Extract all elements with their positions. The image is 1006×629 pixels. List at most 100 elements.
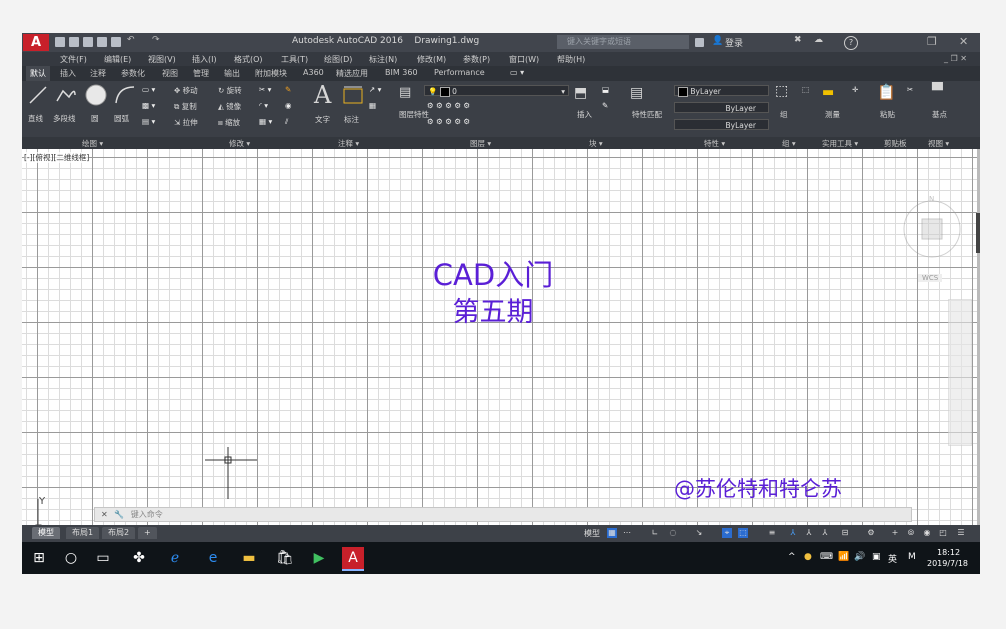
group-title-groups[interactable]: 组 ▾ bbox=[782, 138, 796, 149]
menu-format[interactable]: 格式(O) bbox=[234, 54, 263, 65]
quick-select-icon[interactable]: ✛ bbox=[852, 85, 858, 94]
group-title-annotation[interactable]: 注释 ▾ bbox=[338, 138, 359, 149]
tab-featured-apps[interactable]: 精选应用 bbox=[336, 68, 368, 79]
ortho-icon[interactable]: ∟ bbox=[650, 528, 660, 538]
group-title-layers[interactable]: 图层 ▾ bbox=[470, 138, 491, 149]
edge-browser-icon[interactable]: e bbox=[204, 549, 222, 567]
insert-block-icon[interactable]: ⬒ bbox=[574, 85, 587, 101]
hatch-icon[interactable]: ▩ ▾ bbox=[142, 101, 155, 110]
wrench-icon[interactable]: 🔧 bbox=[114, 510, 124, 519]
restore-window-icon[interactable]: ❐ bbox=[927, 35, 937, 48]
menu-draw[interactable]: 绘图(D) bbox=[324, 54, 352, 65]
binoculars-icon[interactable] bbox=[695, 38, 704, 47]
customize-icon[interactable]: ☰ bbox=[956, 528, 966, 538]
group-title-modify[interactable]: 修改 ▾ bbox=[229, 138, 250, 149]
menu-file[interactable]: 文件(F) bbox=[60, 54, 87, 65]
circle-icon[interactable] bbox=[84, 83, 108, 107]
tab-view[interactable]: 视图 bbox=[162, 68, 178, 79]
tray-overflow-icon[interactable]: ^ bbox=[788, 552, 796, 562]
menu-help[interactable]: 帮助(H) bbox=[557, 54, 585, 65]
command-line[interactable]: ✕ 🔧 键入命令 bbox=[94, 507, 912, 522]
stretch-button[interactable]: ⇲ 拉伸 bbox=[174, 117, 198, 128]
ungroup-icon[interactable]: ⬚ bbox=[802, 85, 809, 94]
tab-annotate[interactable]: 注释 bbox=[90, 68, 106, 79]
group-title-properties[interactable]: 特性 ▾ bbox=[704, 138, 725, 149]
linetype-dropdown[interactable]: ByLayer bbox=[674, 102, 769, 113]
drawing-canvas[interactable]: [-][俯视][二维线框] CAD入门 第五期 @苏伦特和特仑苏 N WCS Y… bbox=[22, 149, 977, 525]
ie-browser-icon[interactable]: ℯ bbox=[166, 549, 184, 567]
open-file-icon[interactable] bbox=[69, 37, 79, 47]
array-icon[interactable]: ▦ ▾ bbox=[259, 117, 272, 126]
menu-window[interactable]: 窗口(W) bbox=[509, 54, 539, 65]
erase-icon[interactable]: ◉ bbox=[285, 101, 292, 110]
file-explorer-icon[interactable]: ▬ bbox=[240, 549, 258, 567]
polyline-icon[interactable] bbox=[55, 85, 77, 105]
otrack-icon[interactable]: ⌖ bbox=[722, 528, 732, 538]
autocad-taskbar-icon[interactable]: A bbox=[342, 547, 364, 571]
tab-output[interactable]: 输出 bbox=[224, 68, 240, 79]
tab-a360[interactable]: A360 bbox=[303, 68, 324, 77]
tab-default[interactable]: 默认 bbox=[26, 66, 50, 81]
exchange-icon[interactable]: ✖ bbox=[794, 35, 802, 45]
tab-insert[interactable]: 插入 bbox=[60, 68, 76, 79]
line-icon[interactable] bbox=[28, 85, 48, 105]
dynucs-icon[interactable]: ⬚ bbox=[738, 528, 748, 538]
isolate-icon[interactable]: ⦾ bbox=[906, 528, 916, 538]
measure-label[interactable]: 测量 bbox=[825, 109, 840, 120]
tab-manage[interactable]: 管理 bbox=[193, 68, 209, 79]
tray-app-icon[interactable]: ● bbox=[804, 552, 812, 562]
navigation-bar[interactable] bbox=[948, 299, 972, 446]
a360-icon[interactable]: ☁ bbox=[814, 35, 823, 45]
ime-mode[interactable]: M bbox=[908, 552, 916, 562]
annotation-scale-icon[interactable]: ⅄ bbox=[788, 528, 798, 538]
group-icon[interactable]: ⬚ bbox=[775, 83, 788, 99]
leader-icon[interactable]: ↗ ▾ bbox=[369, 85, 381, 94]
cortana-icon[interactable]: ○ bbox=[62, 549, 80, 567]
layer-dropdown[interactable]: 💡 0 ▾ bbox=[424, 85, 569, 97]
windows-start-icon[interactable]: ⊞ bbox=[30, 549, 48, 567]
trim-icon[interactable]: ✂ ▾ bbox=[259, 85, 271, 94]
wcs-label[interactable]: WCS bbox=[918, 274, 943, 282]
create-block-icon[interactable]: ⬓ bbox=[602, 85, 609, 94]
group-label[interactable]: 组 bbox=[780, 109, 788, 120]
plus-icon[interactable]: + bbox=[890, 528, 900, 538]
group-title-block[interactable]: 块 ▾ bbox=[589, 138, 603, 149]
tab-layout1[interactable]: 布局1 bbox=[66, 527, 100, 539]
clock-date[interactable]: 2019/7/18 bbox=[927, 559, 968, 568]
scale-menu-icon[interactable]: ⊟ bbox=[840, 528, 850, 538]
menu-parametric[interactable]: 参数(P) bbox=[463, 54, 490, 65]
cut-icon[interactable]: ✂ bbox=[907, 85, 913, 94]
save-as-icon[interactable] bbox=[97, 37, 107, 47]
layer-properties-label[interactable]: 图层特性 bbox=[399, 109, 429, 120]
match-properties-icon[interactable]: ▤ bbox=[630, 85, 643, 101]
base-view-icon[interactable]: ▀ bbox=[932, 83, 943, 99]
media-player-icon[interactable]: ▶ bbox=[310, 549, 328, 567]
layer-properties-icon[interactable]: ▤ bbox=[399, 85, 411, 100]
text-icon[interactable]: A bbox=[314, 81, 331, 109]
scale-button[interactable]: ⧈ 缩放 bbox=[218, 117, 240, 128]
clock-time[interactable]: 18:12 bbox=[937, 548, 960, 557]
base-label[interactable]: 基点 bbox=[932, 109, 947, 120]
color-dropdown[interactable]: ByLayer bbox=[674, 85, 769, 97]
polyline-label[interactable]: 多段线 bbox=[53, 113, 76, 124]
close-window-icon[interactable]: ✕ bbox=[959, 35, 968, 48]
group-title-utilities[interactable]: 实用工具 ▾ bbox=[822, 138, 858, 149]
menu-view[interactable]: 视图(V) bbox=[148, 54, 176, 65]
osnap-icon[interactable]: ↘ bbox=[694, 528, 704, 538]
paste-icon[interactable]: 📋 bbox=[877, 83, 896, 101]
workspace-gear-icon[interactable]: ⚙ bbox=[866, 528, 876, 538]
viewcube-icon[interactable]: N bbox=[897, 189, 967, 279]
network-icon[interactable]: 📶 bbox=[838, 552, 849, 562]
arc-icon[interactable] bbox=[114, 85, 136, 105]
snap-icon[interactable]: ⋯ bbox=[622, 528, 632, 538]
keyboard-icon[interactable]: ⌨ bbox=[820, 552, 833, 562]
grid-toggle-icon[interactable]: ▦ bbox=[607, 528, 617, 538]
menu-tools[interactable]: 工具(T) bbox=[281, 54, 308, 65]
group-title-clipboard[interactable]: 剪贴板 bbox=[884, 138, 907, 149]
minimize-doc-icon[interactable]: _ ❐ ✕ bbox=[944, 54, 967, 63]
mirror-button[interactable]: ◭ 镜像 bbox=[218, 101, 241, 112]
tab-performance[interactable]: Performance bbox=[434, 68, 485, 77]
arc-label[interactable]: 圆弧 bbox=[114, 113, 129, 124]
tab-model[interactable]: 模型 bbox=[32, 527, 60, 539]
add-layout-icon[interactable]: + bbox=[138, 527, 157, 539]
